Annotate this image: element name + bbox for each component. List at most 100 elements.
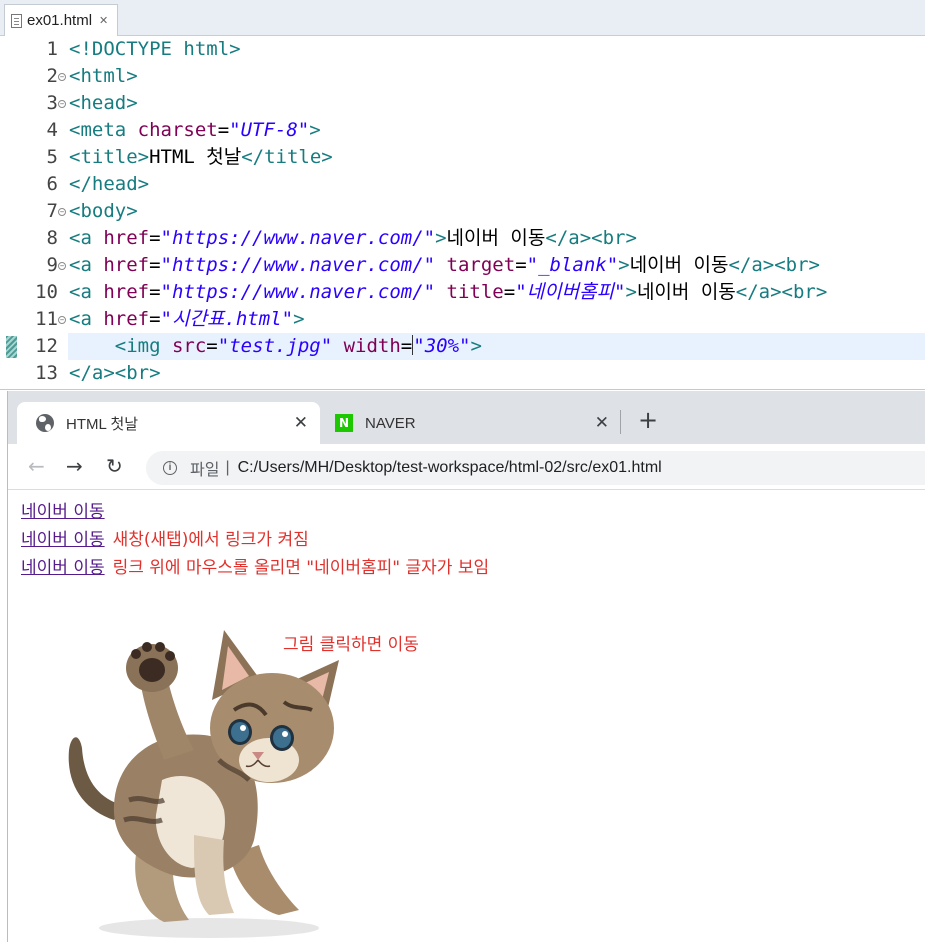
- code-token: </a><br>: [728, 254, 820, 276]
- fold-icon[interactable]: −: [58, 73, 66, 81]
- code-token: <!DOCTYPE html>: [69, 38, 241, 60]
- address-scheme: 파일: [190, 462, 220, 479]
- list-item: 네이버 이동 링크 위에 마우스롤 올리면 "네이버홈피" 글자가 보임: [21, 556, 489, 580]
- line-number: 2: [46, 65, 58, 87]
- fold-icon[interactable]: −: [58, 208, 66, 216]
- address-bar[interactable]: i 파일 | C:/Users/MH/Desktop/test-workspac…: [146, 451, 925, 485]
- code-token: <img: [114, 335, 172, 357]
- code-text: <!DOCTYPE html>: [69, 36, 241, 63]
- code-token: "시간표.html": [160, 308, 294, 330]
- code-text: </a><br>: [69, 360, 161, 387]
- code-line[interactable]: 5 <title>HTML 첫날</title>: [0, 144, 925, 171]
- line-gutter: 6: [0, 171, 68, 198]
- code-line[interactable]: 8 <a href="https://www.naver.com/">네이버 이동…: [0, 225, 925, 252]
- close-icon[interactable]: ✕: [294, 413, 308, 433]
- code-token: href: [103, 281, 150, 303]
- code-token: >: [309, 119, 321, 141]
- line-gutter: 3−: [0, 90, 68, 117]
- line-gutter: 13: [0, 360, 68, 387]
- back-button[interactable]: ←: [28, 453, 45, 479]
- code-line[interactable]: 1 <!DOCTYPE html>: [0, 36, 925, 63]
- kitten-image-link[interactable]: [44, 610, 344, 940]
- code-line[interactable]: 4 <meta charset="UTF-8">: [0, 117, 925, 144]
- address-divider: |: [225, 459, 230, 476]
- code-token: <a: [69, 254, 104, 276]
- code-token: =: [149, 281, 161, 303]
- code-token: 네이버 이동: [629, 254, 729, 276]
- code-line[interactable]: 9− <a href="https://www.naver.com/" targe…: [0, 252, 925, 279]
- editor-tab-ex01[interactable]: ex01.html ✕: [4, 4, 118, 36]
- code-token: >: [293, 308, 305, 330]
- code-text: <meta charset="UTF-8">: [69, 117, 321, 144]
- line-number: 7: [46, 200, 58, 222]
- browser-tab-naver[interactable]: N NAVER ✕: [323, 402, 621, 444]
- close-icon[interactable]: ✕: [595, 413, 609, 433]
- code-token: =: [149, 254, 161, 276]
- code-token: src: [171, 335, 207, 357]
- html-file-icon: [11, 13, 22, 28]
- fold-icon[interactable]: −: [58, 262, 66, 270]
- line-gutter: 2−: [0, 63, 68, 90]
- reload-button[interactable]: ↻: [106, 453, 123, 479]
- page-content: 네이버 이동 네이버 이동 새창(새탭)에서 링크가 켜짐 네이버 이동 링크 위에…: [8, 490, 925, 942]
- browser-window: HTML 첫날 ✕ N NAVER ✕ + ← → ↻ i 파일 | C:/Us…: [7, 391, 925, 942]
- code-token: <head>: [69, 92, 138, 114]
- code-token: </a><br>: [735, 281, 828, 303]
- browser-toolbar: ← → ↻ i 파일 | C:/Users/MH/Desktop/test-wo…: [8, 444, 925, 490]
- code-line[interactable]: 6 </head>: [0, 171, 925, 198]
- line-number: 12: [35, 335, 58, 357]
- line-number: 10: [35, 281, 58, 303]
- code-line[interactable]: 2− <html>: [0, 63, 925, 90]
- tab-separator: [620, 410, 621, 434]
- info-icon[interactable]: i: [163, 461, 177, 475]
- link-note: 새창(새탭)에서 링크가 켜짐: [112, 530, 309, 550]
- code-token: =: [503, 281, 516, 303]
- image-note: 그림 클릭하면 이동: [283, 635, 419, 655]
- code-token: </title>: [241, 146, 333, 168]
- line-gutter: 7−: [0, 198, 68, 225]
- code-editor[interactable]: ex01.html ✕ 1 <!DOCTYPE html> 2− <html> 3− <h…: [0, 0, 925, 390]
- code-token: "UTF-8": [229, 119, 310, 141]
- forward-button[interactable]: →: [66, 453, 83, 479]
- new-tab-button[interactable]: +: [638, 407, 658, 433]
- fold-icon[interactable]: −: [58, 316, 66, 324]
- fold-icon[interactable]: −: [58, 100, 66, 108]
- code-line[interactable]: 10 <a href="https://www.naver.com/" title…: [0, 279, 925, 306]
- code-text: <a href="시간표.html">: [69, 306, 305, 333]
- code-token: =: [206, 335, 218, 357]
- code-line[interactable]: 7− <body>: [0, 198, 925, 225]
- code-token: =: [217, 119, 230, 141]
- code-line[interactable]: 3− <head>: [0, 90, 925, 117]
- address-url[interactable]: C:/Users/MH/Desktop/test-workspace/html-…: [238, 459, 662, 477]
- code-line[interactable]: 12 <img src="test.jpg" width="30%">: [0, 333, 925, 360]
- browser-tab-html[interactable]: HTML 첫날 ✕: [17, 402, 320, 444]
- line-gutter: 12: [0, 333, 68, 360]
- close-icon[interactable]: ✕: [99, 14, 108, 27]
- naver-link-title[interactable]: 네이버 이동: [21, 558, 105, 578]
- browser-tab-title: NAVER: [365, 414, 416, 432]
- line-number: 13: [35, 362, 58, 384]
- code-token: "test.jpg": [217, 335, 333, 357]
- code-token: "네이버홈피": [515, 281, 626, 303]
- code-area[interactable]: 1 <!DOCTYPE html> 2− <html> 3− <head> 4 <meta c…: [0, 36, 925, 387]
- code-text: <head>: [69, 90, 138, 117]
- editor-tab-bar: ex01.html ✕: [0, 0, 925, 36]
- line-number: 11: [35, 308, 58, 330]
- globe-icon: [36, 414, 54, 432]
- code-text: <a href="https://www.naver.com/" target=…: [69, 252, 820, 279]
- link-note: 링크 위에 마우스롤 올리면 "네이버홈피" 글자가 보임: [112, 558, 490, 578]
- code-line[interactable]: 13 </a><br>: [0, 360, 925, 387]
- code-token: title: [446, 281, 504, 303]
- code-line[interactable]: 11− <a href="시간표.html">: [0, 306, 925, 333]
- naver-link-blank[interactable]: 네이버 이동: [21, 530, 105, 550]
- code-token: =: [149, 308, 161, 330]
- line-gutter: 1: [0, 36, 68, 63]
- naver-icon: N: [335, 414, 353, 432]
- naver-link[interactable]: 네이버 이동: [21, 502, 105, 522]
- code-token: <a: [69, 227, 104, 249]
- line-gutter: 10: [0, 279, 68, 306]
- change-marker: [6, 336, 17, 358]
